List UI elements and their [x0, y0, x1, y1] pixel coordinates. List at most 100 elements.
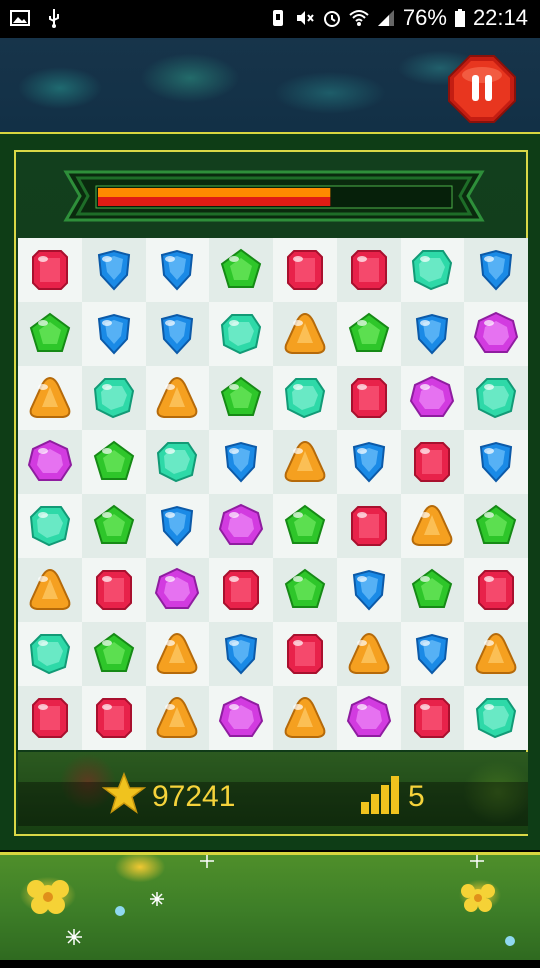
gem-cell[interactable]	[145, 622, 210, 686]
gem-cell[interactable]	[209, 686, 273, 750]
purple-gem-icon	[410, 375, 455, 417]
gem-cell[interactable]	[400, 494, 465, 558]
gem-cell[interactable]	[81, 238, 146, 302]
gem-cell[interactable]	[336, 494, 401, 558]
gem-cell[interactable]	[145, 366, 210, 430]
green-gem-icon	[348, 312, 389, 352]
gem-cell[interactable]	[81, 686, 146, 750]
gem-cell[interactable]	[209, 622, 273, 686]
red-gem-icon	[414, 698, 451, 738]
gem-cell[interactable]	[145, 302, 210, 366]
blue-gem-icon	[416, 633, 449, 675]
gem-cell[interactable]	[464, 622, 528, 686]
gem-cell[interactable]	[336, 686, 401, 750]
gem-cell[interactable]	[336, 558, 401, 622]
gem-cell[interactable]	[209, 238, 273, 302]
green-gem-icon	[412, 568, 453, 608]
gem-cell[interactable]	[81, 302, 146, 366]
red-gem-icon	[414, 442, 451, 482]
orange-gem-icon	[348, 632, 389, 674]
usb-icon	[49, 9, 59, 28]
gem-cell[interactable]	[273, 494, 337, 558]
green-gem-icon	[284, 504, 326, 544]
gem-cell[interactable]	[464, 302, 528, 366]
gem-cell[interactable]	[400, 558, 465, 622]
signal-icon	[377, 10, 394, 26]
pause-button[interactable]	[446, 53, 518, 125]
gem-cell[interactable]	[400, 302, 465, 366]
gem-cell[interactable]	[400, 622, 465, 686]
gem-cell[interactable]	[18, 558, 82, 622]
battery-icon	[454, 9, 465, 27]
gem-grid	[18, 238, 528, 750]
gem-cell[interactable]	[145, 238, 210, 302]
gem-cell[interactable]	[209, 302, 273, 366]
gem-cell[interactable]	[18, 238, 82, 302]
gem-cell[interactable]	[464, 430, 528, 494]
gem-cell[interactable]	[273, 238, 337, 302]
gem-cell[interactable]	[464, 558, 528, 622]
purple-gem-icon	[219, 503, 264, 545]
gem-cell[interactable]	[18, 622, 82, 686]
gem-cell[interactable]	[400, 238, 465, 302]
gem-cell[interactable]	[145, 686, 210, 750]
gem-cell[interactable]	[81, 558, 146, 622]
gem-cell[interactable]	[18, 430, 82, 494]
orange-gem-icon	[475, 632, 517, 674]
gem-cell[interactable]	[464, 494, 528, 558]
progress-bar	[56, 168, 492, 224]
gem-cell[interactable]	[336, 366, 401, 430]
gem-cell[interactable]	[400, 686, 465, 750]
pause-icon	[448, 55, 516, 123]
gem-cell[interactable]	[336, 238, 401, 302]
gem-cell[interactable]	[81, 366, 146, 430]
red-gem-icon	[286, 634, 323, 674]
gem-cell[interactable]	[81, 494, 146, 558]
gem-cell[interactable]	[273, 366, 337, 430]
red-gem-icon	[95, 570, 132, 610]
orange-gem-icon	[284, 440, 326, 482]
gem-cell[interactable]	[336, 622, 401, 686]
green-gem-icon	[93, 440, 134, 480]
gem-cell[interactable]	[145, 494, 210, 558]
orange-gem-icon	[157, 696, 198, 738]
gem-cell[interactable]	[336, 302, 401, 366]
teal-gem-icon	[284, 378, 325, 419]
clock-time: 22:14	[472, 5, 528, 30]
image-icon	[10, 10, 30, 26]
purple-gem-icon	[219, 695, 264, 737]
gem-cell[interactable]	[209, 366, 273, 430]
gem-cell[interactable]	[273, 302, 337, 366]
orange-gem-icon	[157, 376, 198, 418]
purple-gem-icon	[155, 567, 200, 609]
gem-cell[interactable]	[464, 366, 528, 430]
gem-cell[interactable]	[145, 430, 210, 494]
gem-cell[interactable]	[209, 430, 273, 494]
gem-cell[interactable]	[145, 558, 210, 622]
level-value: 5	[408, 780, 425, 813]
gem-cell[interactable]	[273, 686, 337, 750]
gem-cell[interactable]	[464, 238, 528, 302]
gem-cell[interactable]	[209, 494, 273, 558]
gem-cell[interactable]	[81, 430, 146, 494]
gem-cell[interactable]	[336, 430, 401, 494]
gem-cell[interactable]	[18, 494, 82, 558]
gem-cell[interactable]	[81, 622, 146, 686]
gem-cell[interactable]	[273, 558, 337, 622]
orange-gem-icon	[157, 632, 198, 674]
board-container: 97241 5	[14, 150, 528, 836]
gem-cell[interactable]	[18, 686, 82, 750]
gem-cell[interactable]	[18, 302, 82, 366]
gem-cell[interactable]	[209, 558, 273, 622]
gem-cell[interactable]	[400, 430, 465, 494]
vibrate-icon	[272, 10, 283, 26]
red-gem-icon	[31, 250, 68, 290]
blue-gem-icon	[225, 633, 258, 675]
blue-gem-icon	[97, 313, 130, 355]
gem-cell[interactable]	[400, 366, 465, 430]
gem-cell[interactable]	[18, 366, 82, 430]
gem-cell[interactable]	[273, 622, 337, 686]
gem-cell[interactable]	[273, 430, 337, 494]
gem-cell[interactable]	[464, 686, 528, 750]
blue-gem-icon	[416, 313, 449, 355]
